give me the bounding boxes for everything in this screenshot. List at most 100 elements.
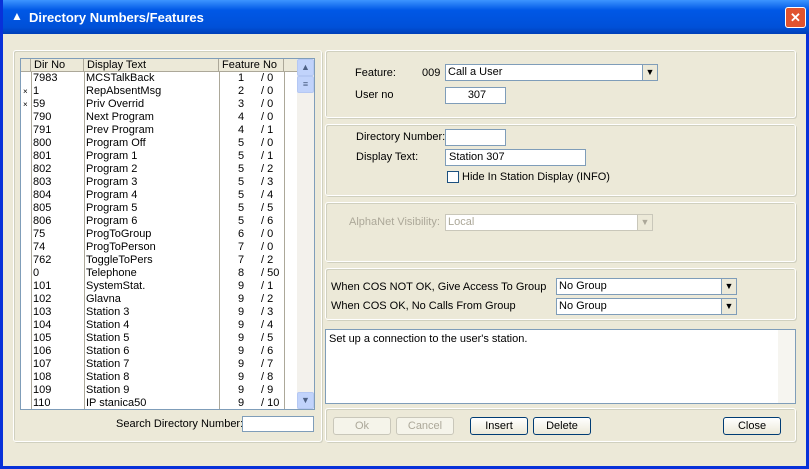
row-dir-no: 110 (33, 397, 51, 409)
display-text-input[interactable]: Station 307 (445, 149, 586, 166)
feature-select[interactable]: Call a User ▼ (445, 64, 658, 81)
table-row[interactable]: 802 Program 2 5 / 2 (21, 163, 298, 176)
row-display-text: Program 4 (86, 189, 138, 201)
row-feature-sub: / 0 (261, 241, 274, 253)
table-row[interactable]: 762 ToggleToPers 7 / 2 (21, 254, 298, 267)
dropdown-arrow-icon: ▼ (642, 65, 657, 80)
row-display-text: Station 8 (86, 371, 130, 383)
hide-in-display-label[interactable]: Hide In Station Display (INFO) (462, 171, 610, 184)
scroll-up-button[interactable]: ▲ (297, 59, 314, 76)
row-feature-sub: / 1 (261, 150, 274, 162)
row-display-text: Station 3 (86, 306, 130, 318)
insert-button[interactable]: Insert (470, 417, 528, 435)
header-dir-no[interactable]: Dir No (31, 59, 84, 72)
row-feature-no: 9 (238, 293, 245, 305)
alphanet-select[interactable]: Local ▼ (445, 214, 653, 231)
table-row[interactable]: 105 Station 5 9 / 5 (21, 332, 298, 345)
row-display-text: RepAbsentMsg (86, 85, 162, 97)
row-feature-no: 5 (238, 163, 245, 175)
row-dir-no: 75 (33, 228, 46, 240)
table-row[interactable]: 107 Station 7 9 / 7 (21, 358, 298, 371)
user-no-input[interactable]: 307 (445, 87, 506, 104)
row-dir-no: 104 (33, 319, 52, 331)
table-row[interactable]: 101 SystemStat. 9 / 1 (21, 280, 298, 293)
row-dir-no: 59 (33, 98, 46, 110)
cos-not-ok-select[interactable]: No Group ▼ (556, 278, 737, 295)
row-dir-no: 109 (33, 384, 52, 396)
row-display-text: SystemStat. (86, 280, 146, 292)
header-feature-no[interactable]: Feature No (219, 59, 284, 72)
alphanet-group (325, 202, 796, 262)
row-feature-no: 5 (238, 215, 245, 227)
dropdown-arrow-icon: ▼ (721, 279, 736, 294)
table-row[interactable]: 103 Station 3 9 / 3 (21, 306, 298, 319)
table-row[interactable]: 0 Telephone 8 / 50 (21, 267, 298, 280)
table-row[interactable]: 102 Glavna 9 / 2 (21, 293, 298, 306)
row-dir-no: 103 (33, 306, 52, 318)
table-row[interactable]: 804 Program 4 5 / 4 (21, 189, 298, 202)
feature-value: Call a User (448, 66, 503, 78)
table-row[interactable]: 790 Next Program 4 / 0 (21, 111, 298, 124)
row-mark: × (23, 87, 28, 96)
table-row[interactable]: 74 ProgToPerson 7 / 0 (21, 241, 298, 254)
table-row[interactable]: 801 Program 1 5 / 1 (21, 150, 298, 163)
table-row[interactable]: 104 Station 4 9 / 4 (21, 319, 298, 332)
table-row[interactable]: 106 Station 6 9 / 6 (21, 345, 298, 358)
row-dir-no: 105 (33, 332, 52, 344)
row-display-text: IP stanica50 (86, 397, 147, 409)
delete-button[interactable]: Delete (533, 417, 591, 435)
scroll-down-button[interactable]: ▼ (297, 392, 314, 409)
row-dir-no: 800 (33, 137, 52, 149)
dialog-window: ▲ Directory Numbers/Features ✕ Dir No Di… (0, 0, 809, 469)
table-row[interactable]: 108 Station 8 9 / 8 (21, 371, 298, 384)
description-textarea[interactable]: Set up a connection to the user's statio… (325, 329, 796, 404)
alphanet-value: Local (448, 216, 475, 228)
table-row[interactable]: × 59 Priv Overrid 3 / 0 (21, 98, 298, 111)
table-row[interactable]: 7983 MCSTalkBack 1 / 0 (21, 72, 298, 85)
row-feature-no: 9 (238, 397, 245, 409)
display-text-label: Display Text: (356, 151, 419, 163)
row-feature-sub: / 5 (261, 332, 274, 344)
row-feature-no: 9 (238, 371, 245, 383)
row-feature-no: 3 (238, 98, 245, 110)
table-row[interactable]: 803 Program 3 5 / 3 (21, 176, 298, 189)
row-dir-no: 803 (33, 176, 52, 188)
feature-label: Feature: (355, 67, 396, 79)
scroll-thumb[interactable]: ≡ (297, 76, 314, 93)
row-feature-sub: / 0 (261, 137, 274, 149)
row-feature-sub: / 6 (261, 345, 274, 357)
row-feature-no: 9 (238, 358, 245, 370)
cos-ok-value: No Group (559, 300, 607, 312)
search-directory-input[interactable] (242, 416, 314, 432)
table-row[interactable]: 805 Program 5 5 / 5 (21, 202, 298, 215)
table-row[interactable]: 800 Program Off 5 / 0 (21, 137, 298, 150)
header-display-text[interactable]: Display Text (84, 59, 219, 72)
row-dir-no: 806 (33, 215, 52, 227)
cancel-button[interactable]: Cancel (396, 417, 454, 435)
table-row[interactable]: 791 Prev Program 4 / 1 (21, 124, 298, 137)
row-display-text: Station 4 (86, 319, 130, 331)
row-dir-no: 762 (33, 254, 52, 266)
description-scrollbar[interactable] (778, 330, 795, 403)
list-scrollbar[interactable]: ▲ ≡ ▼ (297, 59, 314, 409)
directory-number-input[interactable] (445, 129, 506, 146)
row-feature-sub: / 3 (261, 306, 274, 318)
row-feature-no: 9 (238, 332, 245, 344)
ok-button[interactable]: Ok (333, 417, 391, 435)
row-feature-no: 7 (238, 254, 245, 266)
row-feature-sub: / 1 (261, 124, 274, 136)
table-row[interactable]: 110 IP stanica50 9 / 10 (21, 397, 298, 409)
table-row[interactable]: 806 Program 6 5 / 6 (21, 215, 298, 228)
close-window-button[interactable]: ✕ (785, 7, 806, 28)
table-row[interactable]: 109 Station 9 9 / 9 (21, 384, 298, 397)
table-row[interactable]: 75 ProgToGroup 6 / 0 (21, 228, 298, 241)
table-row[interactable]: × 1 RepAbsentMsg 2 / 0 (21, 85, 298, 98)
close-button[interactable]: Close (723, 417, 781, 435)
row-display-text: Telephone (86, 267, 137, 279)
cos-ok-select[interactable]: No Group ▼ (556, 298, 737, 315)
hide-in-display-checkbox[interactable] (447, 171, 459, 183)
row-dir-no: 7983 (33, 72, 58, 84)
list-header: Dir No Display Text Feature No (21, 59, 298, 72)
directory-list[interactable]: Dir No Display Text Feature No 7983 MCSTa… (20, 58, 315, 410)
directory-number-label: Directory Number: (356, 131, 446, 143)
